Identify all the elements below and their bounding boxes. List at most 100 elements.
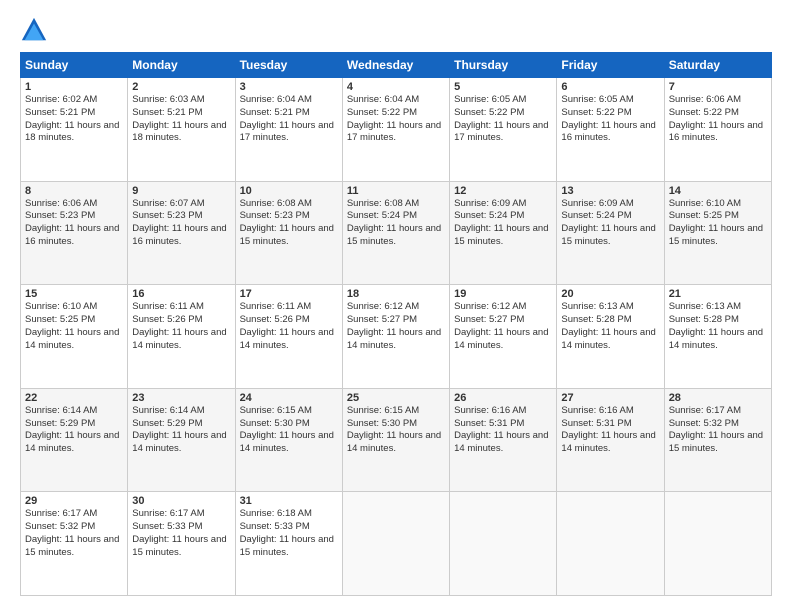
calendar-cell: 1 Sunrise: 6:02 AM Sunset: 5:21 PM Dayli… [21, 78, 128, 182]
calendar-cell: 2 Sunrise: 6:03 AM Sunset: 5:21 PM Dayli… [128, 78, 235, 182]
day-number: 18 [347, 288, 445, 300]
calendar-cell: 5 Sunrise: 6:05 AM Sunset: 5:22 PM Dayli… [450, 78, 557, 182]
day-info: Sunrise: 6:16 AM Sunset: 5:31 PM Dayligh… [561, 405, 659, 456]
weekday-header: Wednesday [342, 53, 449, 78]
day-info: Sunrise: 6:13 AM Sunset: 5:28 PM Dayligh… [561, 301, 659, 352]
day-info: Sunrise: 6:12 AM Sunset: 5:27 PM Dayligh… [454, 301, 552, 352]
day-info: Sunrise: 6:09 AM Sunset: 5:24 PM Dayligh… [561, 198, 659, 249]
calendar-cell [664, 492, 771, 596]
calendar-cell: 8 Sunrise: 6:06 AM Sunset: 5:23 PM Dayli… [21, 181, 128, 285]
calendar-cell: 26 Sunrise: 6:16 AM Sunset: 5:31 PM Dayl… [450, 388, 557, 492]
day-number: 14 [669, 185, 767, 197]
calendar-cell: 6 Sunrise: 6:05 AM Sunset: 5:22 PM Dayli… [557, 78, 664, 182]
calendar-cell: 4 Sunrise: 6:04 AM Sunset: 5:22 PM Dayli… [342, 78, 449, 182]
day-number: 20 [561, 288, 659, 300]
day-info: Sunrise: 6:11 AM Sunset: 5:26 PM Dayligh… [132, 301, 230, 352]
day-number: 22 [25, 392, 123, 404]
day-number: 3 [240, 81, 338, 93]
calendar-cell: 13 Sunrise: 6:09 AM Sunset: 5:24 PM Dayl… [557, 181, 664, 285]
day-info: Sunrise: 6:07 AM Sunset: 5:23 PM Dayligh… [132, 198, 230, 249]
day-number: 9 [132, 185, 230, 197]
day-number: 4 [347, 81, 445, 93]
day-info: Sunrise: 6:11 AM Sunset: 5:26 PM Dayligh… [240, 301, 338, 352]
day-info: Sunrise: 6:10 AM Sunset: 5:25 PM Dayligh… [669, 198, 767, 249]
day-number: 26 [454, 392, 552, 404]
day-info: Sunrise: 6:08 AM Sunset: 5:23 PM Dayligh… [240, 198, 338, 249]
day-number: 23 [132, 392, 230, 404]
day-number: 15 [25, 288, 123, 300]
day-info: Sunrise: 6:04 AM Sunset: 5:21 PM Dayligh… [240, 94, 338, 145]
day-number: 30 [132, 495, 230, 507]
calendar-cell: 14 Sunrise: 6:10 AM Sunset: 5:25 PM Dayl… [664, 181, 771, 285]
day-info: Sunrise: 6:10 AM Sunset: 5:25 PM Dayligh… [25, 301, 123, 352]
calendar-header-row: SundayMondayTuesdayWednesdayThursdayFrid… [21, 53, 772, 78]
page: SundayMondayTuesdayWednesdayThursdayFrid… [0, 0, 792, 612]
day-number: 11 [347, 185, 445, 197]
day-number: 1 [25, 81, 123, 93]
day-number: 28 [669, 392, 767, 404]
calendar-cell: 12 Sunrise: 6:09 AM Sunset: 5:24 PM Dayl… [450, 181, 557, 285]
calendar-cell: 25 Sunrise: 6:15 AM Sunset: 5:30 PM Dayl… [342, 388, 449, 492]
calendar-cell: 11 Sunrise: 6:08 AM Sunset: 5:24 PM Dayl… [342, 181, 449, 285]
day-info: Sunrise: 6:15 AM Sunset: 5:30 PM Dayligh… [347, 405, 445, 456]
day-number: 6 [561, 81, 659, 93]
day-info: Sunrise: 6:02 AM Sunset: 5:21 PM Dayligh… [25, 94, 123, 145]
day-info: Sunrise: 6:12 AM Sunset: 5:27 PM Dayligh… [347, 301, 445, 352]
day-info: Sunrise: 6:08 AM Sunset: 5:24 PM Dayligh… [347, 198, 445, 249]
day-info: Sunrise: 6:16 AM Sunset: 5:31 PM Dayligh… [454, 405, 552, 456]
weekday-header: Sunday [21, 53, 128, 78]
calendar-cell: 19 Sunrise: 6:12 AM Sunset: 5:27 PM Dayl… [450, 285, 557, 389]
day-number: 27 [561, 392, 659, 404]
calendar-week-row: 15 Sunrise: 6:10 AM Sunset: 5:25 PM Dayl… [21, 285, 772, 389]
day-number: 16 [132, 288, 230, 300]
day-info: Sunrise: 6:14 AM Sunset: 5:29 PM Dayligh… [132, 405, 230, 456]
day-number: 13 [561, 185, 659, 197]
calendar-cell: 9 Sunrise: 6:07 AM Sunset: 5:23 PM Dayli… [128, 181, 235, 285]
day-info: Sunrise: 6:05 AM Sunset: 5:22 PM Dayligh… [454, 94, 552, 145]
day-info: Sunrise: 6:03 AM Sunset: 5:21 PM Dayligh… [132, 94, 230, 145]
weekday-header: Thursday [450, 53, 557, 78]
day-number: 8 [25, 185, 123, 197]
calendar-cell: 31 Sunrise: 6:18 AM Sunset: 5:33 PM Dayl… [235, 492, 342, 596]
day-number: 25 [347, 392, 445, 404]
calendar-cell [557, 492, 664, 596]
weekday-header: Tuesday [235, 53, 342, 78]
calendar-cell: 15 Sunrise: 6:10 AM Sunset: 5:25 PM Dayl… [21, 285, 128, 389]
day-number: 31 [240, 495, 338, 507]
calendar-cell: 24 Sunrise: 6:15 AM Sunset: 5:30 PM Dayl… [235, 388, 342, 492]
day-number: 24 [240, 392, 338, 404]
calendar-cell: 21 Sunrise: 6:13 AM Sunset: 5:28 PM Dayl… [664, 285, 771, 389]
calendar-cell: 18 Sunrise: 6:12 AM Sunset: 5:27 PM Dayl… [342, 285, 449, 389]
calendar-cell: 27 Sunrise: 6:16 AM Sunset: 5:31 PM Dayl… [557, 388, 664, 492]
logo [20, 16, 52, 44]
day-number: 2 [132, 81, 230, 93]
calendar-cell [450, 492, 557, 596]
calendar-cell: 20 Sunrise: 6:13 AM Sunset: 5:28 PM Dayl… [557, 285, 664, 389]
day-info: Sunrise: 6:05 AM Sunset: 5:22 PM Dayligh… [561, 94, 659, 145]
calendar-cell: 28 Sunrise: 6:17 AM Sunset: 5:32 PM Dayl… [664, 388, 771, 492]
day-number: 10 [240, 185, 338, 197]
calendar-week-row: 1 Sunrise: 6:02 AM Sunset: 5:21 PM Dayli… [21, 78, 772, 182]
logo-icon [20, 16, 48, 44]
calendar-cell: 16 Sunrise: 6:11 AM Sunset: 5:26 PM Dayl… [128, 285, 235, 389]
calendar-cell [342, 492, 449, 596]
header [20, 16, 772, 44]
calendar-cell: 17 Sunrise: 6:11 AM Sunset: 5:26 PM Dayl… [235, 285, 342, 389]
calendar-cell: 30 Sunrise: 6:17 AM Sunset: 5:33 PM Dayl… [128, 492, 235, 596]
calendar-week-row: 22 Sunrise: 6:14 AM Sunset: 5:29 PM Dayl… [21, 388, 772, 492]
weekday-header: Friday [557, 53, 664, 78]
calendar-cell: 3 Sunrise: 6:04 AM Sunset: 5:21 PM Dayli… [235, 78, 342, 182]
day-info: Sunrise: 6:06 AM Sunset: 5:22 PM Dayligh… [669, 94, 767, 145]
weekday-header: Saturday [664, 53, 771, 78]
calendar-cell: 23 Sunrise: 6:14 AM Sunset: 5:29 PM Dayl… [128, 388, 235, 492]
day-info: Sunrise: 6:18 AM Sunset: 5:33 PM Dayligh… [240, 508, 338, 559]
day-info: Sunrise: 6:17 AM Sunset: 5:33 PM Dayligh… [132, 508, 230, 559]
calendar-cell: 10 Sunrise: 6:08 AM Sunset: 5:23 PM Dayl… [235, 181, 342, 285]
day-number: 5 [454, 81, 552, 93]
day-info: Sunrise: 6:17 AM Sunset: 5:32 PM Dayligh… [25, 508, 123, 559]
calendar-cell: 22 Sunrise: 6:14 AM Sunset: 5:29 PM Dayl… [21, 388, 128, 492]
day-number: 21 [669, 288, 767, 300]
day-number: 19 [454, 288, 552, 300]
weekday-header: Monday [128, 53, 235, 78]
calendar-cell: 29 Sunrise: 6:17 AM Sunset: 5:32 PM Dayl… [21, 492, 128, 596]
